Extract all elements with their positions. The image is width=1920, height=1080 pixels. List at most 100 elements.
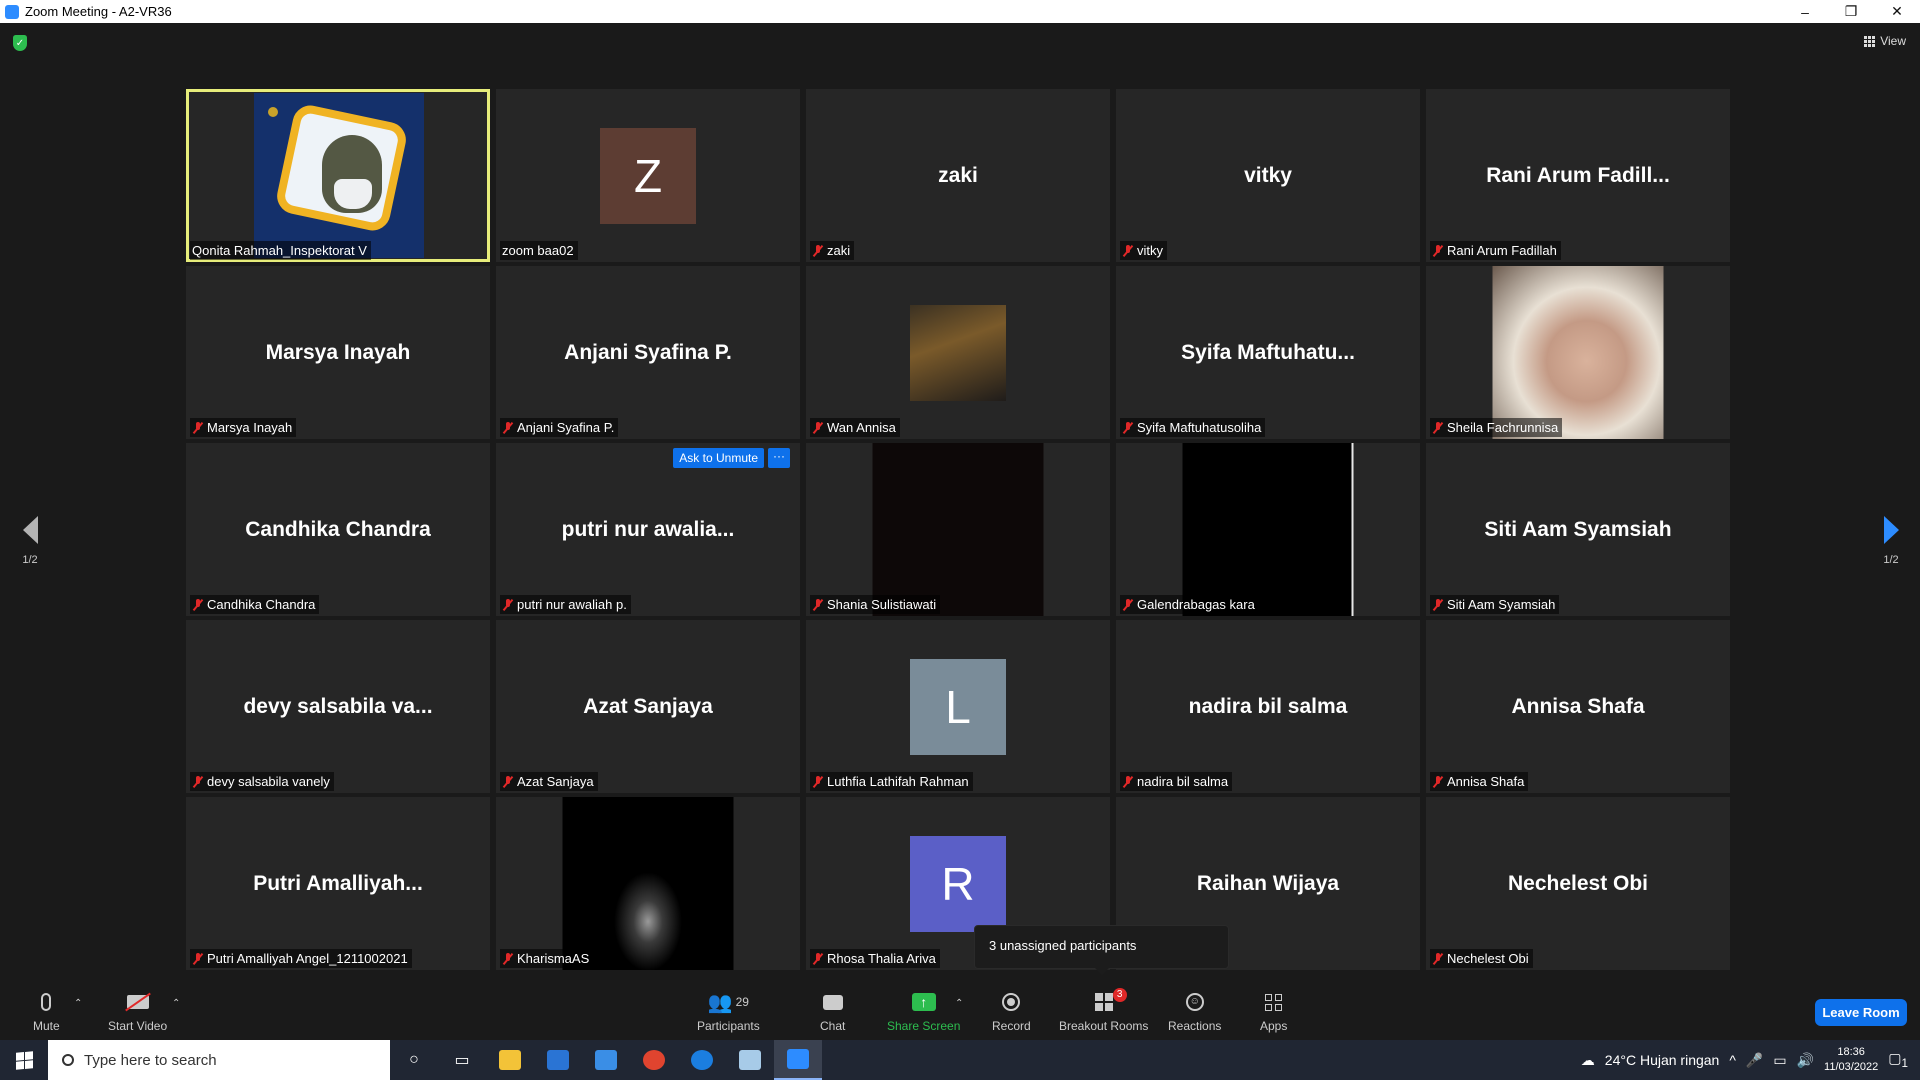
- participant-tile[interactable]: Anjani Syafina P. Anjani Syafina P.: [496, 266, 800, 439]
- notification-count: 1: [1901, 1056, 1908, 1070]
- record-button[interactable]: Record: [992, 990, 1031, 1033]
- view-button[interactable]: View: [1864, 34, 1906, 48]
- windows-logo-icon: [15, 1050, 33, 1070]
- network-icon[interactable]: ▭: [1773, 1052, 1786, 1069]
- participant-tile[interactable]: Annisa Shafa Annisa Shafa: [1426, 620, 1730, 793]
- participant-name: Putri Amalliyah Angel_1211002021: [207, 951, 408, 966]
- notification-center-icon[interactable]: ▢1: [1888, 1050, 1908, 1070]
- participant-name-label: Annisa Shafa: [1430, 772, 1529, 791]
- participant-display-name: Rani Arum Fadill...: [1486, 163, 1670, 187]
- participant-video: [562, 797, 734, 970]
- reactions-button[interactable]: ☺ Reactions: [1168, 990, 1221, 1033]
- weather-text[interactable]: 24°C Hujan ringan: [1605, 1052, 1720, 1068]
- mute-button[interactable]: Mute: [33, 990, 60, 1033]
- zoom-app-icon: [5, 4, 19, 19]
- participant-display-name: devy salsabila va...: [243, 694, 433, 718]
- participant-tile[interactable]: Shania Sulistiawati: [806, 443, 1110, 616]
- participant-tile[interactable]: Galendrabagas kara: [1116, 443, 1420, 616]
- participant-name-label: Shania Sulistiawati: [810, 595, 941, 614]
- microphone-tray-icon[interactable]: 🎤: [1746, 1052, 1763, 1069]
- participant-tile[interactable]: nadira bil salma nadira bil salma: [1116, 620, 1420, 793]
- participant-tile[interactable]: Qonita Rahmah_Inspektorat V: [186, 89, 490, 262]
- view-label: View: [1880, 34, 1906, 48]
- participant-tile[interactable]: devy salsabila va... devy salsabila vanel…: [186, 620, 490, 793]
- next-page-button[interactable]: 1/2: [1876, 516, 1906, 566]
- volume-icon[interactable]: 🔊: [1797, 1052, 1814, 1069]
- participant-name: Luthfia Lathifah Rahman: [827, 774, 969, 789]
- participant-tile[interactable]: Candhika Chandra Candhika Chandra: [186, 443, 490, 616]
- participant-tile[interactable]: vitky vitky: [1116, 89, 1420, 262]
- participant-name-label: Sheila Fachrunnisa: [1430, 418, 1563, 437]
- clock[interactable]: 18:36 11/03/2022: [1824, 1045, 1878, 1075]
- participant-display-name: Candhika Chandra: [245, 517, 431, 541]
- participant-name-label: Wan Annisa: [810, 418, 900, 437]
- microphone-icon: [41, 993, 52, 1011]
- leave-room-button[interactable]: Leave Room: [1815, 999, 1907, 1026]
- participant-name: Wan Annisa: [827, 420, 896, 435]
- participant-tile[interactable]: Sheila Fachrunnisa: [1426, 266, 1730, 439]
- participant-name: Nechelest Obi: [1447, 951, 1529, 966]
- participant-name-label: nadira bil salma: [1120, 772, 1233, 791]
- participant-name-label: vitky: [1120, 241, 1167, 260]
- participant-tile[interactable]: Nechelest Obi Nechelest Obi: [1426, 797, 1730, 970]
- participant-tile[interactable]: Marsya Inayah Marsya Inayah: [186, 266, 490, 439]
- page-indicator-left: 1/2: [22, 554, 38, 566]
- windows-start-button[interactable]: [0, 1040, 48, 1080]
- zoom-taskbar-icon[interactable]: [774, 1040, 822, 1080]
- chrome-icon[interactable]: [630, 1040, 678, 1080]
- participant-name: Syifa Maftuhatusoliha: [1137, 420, 1262, 435]
- share-options-caret[interactable]: ⌃: [955, 998, 963, 1009]
- breakout-badge: 3: [1112, 988, 1127, 1002]
- participant-tile[interactable]: KharismaAS: [496, 797, 800, 970]
- muted-mic-icon: [1432, 598, 1444, 611]
- file-explorer-icon[interactable]: [486, 1040, 534, 1080]
- participants-count: 29: [735, 995, 749, 1009]
- previous-page-button[interactable]: 1/2: [15, 516, 45, 566]
- teamviewer-icon[interactable]: [678, 1040, 726, 1080]
- breakout-rooms-button[interactable]: 3 Breakout Rooms: [1059, 988, 1148, 1033]
- mail-icon[interactable]: [582, 1040, 630, 1080]
- participant-tile[interactable]: L Luthfia Lathifah Rahman: [806, 620, 1110, 793]
- breakout-rooms-icon: 3: [1094, 988, 1127, 1011]
- participant-name: Rani Arum Fadillah: [1447, 243, 1557, 258]
- participant-name: Annisa Shafa: [1447, 774, 1525, 789]
- participant-tile[interactable]: putri nur awalia... Ask to Unmute ··· putri…: [496, 443, 800, 616]
- cortana-icon[interactable]: ○: [390, 1040, 438, 1080]
- muted-mic-icon: [1122, 244, 1134, 257]
- notes-app-icon[interactable]: [726, 1040, 774, 1080]
- taskbar-search[interactable]: Type here to search: [48, 1040, 390, 1080]
- unassigned-tooltip: 3 unassigned participants: [974, 925, 1229, 975]
- show-hidden-icons-icon[interactable]: ^: [1729, 1052, 1736, 1068]
- minimize-button[interactable]: –: [1782, 0, 1828, 23]
- participant-name-label: Galendrabagas kara: [1120, 595, 1259, 614]
- apps-button[interactable]: Apps: [1260, 990, 1287, 1033]
- participant-tile[interactable]: Wan Annisa: [806, 266, 1110, 439]
- weather-cloud-icon[interactable]: ☁: [1581, 1052, 1595, 1069]
- participant-avatar: R: [910, 835, 1006, 932]
- reactions-icon: ☺: [1185, 993, 1204, 1011]
- audio-options-caret[interactable]: ⌃: [74, 998, 82, 1009]
- restore-button[interactable]: ❐: [1828, 0, 1874, 23]
- security-shield-icon[interactable]: ✓: [13, 35, 27, 51]
- muted-mic-icon: [812, 598, 824, 611]
- participant-tile[interactable]: Rani Arum Fadill... Rani Arum Fadillah: [1426, 89, 1730, 262]
- video-options-caret[interactable]: ⌃: [172, 998, 180, 1009]
- microsoft-store-icon[interactable]: [534, 1040, 582, 1080]
- close-button[interactable]: ✕: [1874, 0, 1920, 23]
- participant-name-label: Candhika Chandra: [190, 595, 320, 614]
- participant-tile[interactable]: Azat Sanjaya Azat Sanjaya: [496, 620, 800, 793]
- participant-tile[interactable]: Siti Aam Syamsiah Siti Aam Syamsiah: [1426, 443, 1730, 616]
- more-options-button[interactable]: ···: [768, 448, 790, 468]
- participants-button[interactable]: 👥 29 Participants: [697, 990, 760, 1034]
- task-view-icon[interactable]: ▭: [438, 1040, 486, 1080]
- participant-tile[interactable]: Putri Amalliyah... Putri Amalliyah Angel_…: [186, 797, 490, 970]
- share-screen-button[interactable]: ↑ Share Screen: [887, 990, 960, 1033]
- participant-tile[interactable]: Zzoom baa02: [496, 89, 800, 262]
- ask-to-unmute-button[interactable]: Ask to Unmute: [673, 448, 764, 468]
- participant-tile[interactable]: zaki zaki: [806, 89, 1110, 262]
- start-video-button[interactable]: Start Video: [108, 990, 167, 1033]
- muted-mic-icon: [1432, 952, 1444, 965]
- clock-date: 11/03/2022: [1824, 1061, 1879, 1073]
- chat-button[interactable]: Chat: [820, 990, 845, 1033]
- participant-tile[interactable]: Syifa Maftuhatu... Syifa Maftuhatusoliha: [1116, 266, 1420, 439]
